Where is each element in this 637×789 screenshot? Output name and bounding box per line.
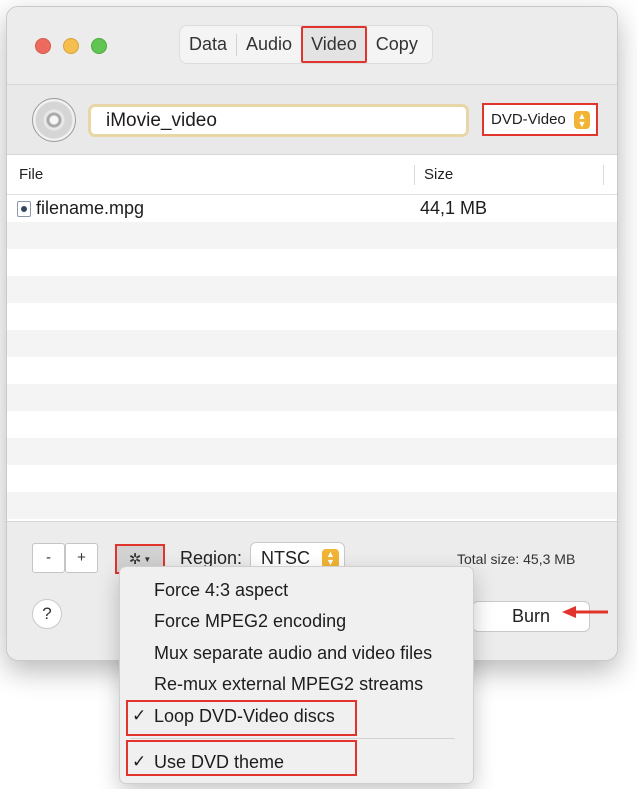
column-header-file[interactable]: File bbox=[19, 155, 43, 195]
tab-data[interactable]: Data bbox=[180, 26, 236, 63]
empty-row bbox=[7, 357, 617, 384]
help-button[interactable]: ? bbox=[32, 599, 62, 629]
empty-row bbox=[7, 330, 617, 357]
disc-type-value: DVD-Video bbox=[491, 111, 566, 128]
total-size-label: Total size: 45,3 MB bbox=[457, 551, 576, 567]
close-window-button[interactable] bbox=[35, 38, 51, 54]
table-body: filename.mpg 44,1 MB bbox=[7, 195, 617, 521]
tab-video[interactable]: Video bbox=[301, 26, 367, 63]
empty-row bbox=[7, 222, 617, 249]
empty-row bbox=[7, 276, 617, 303]
mode-tabs: Data Audio Video Copy bbox=[179, 25, 433, 64]
empty-row bbox=[7, 411, 617, 438]
disc-settings-row: iMovie_video DVD-Video ▲ ▼ bbox=[7, 85, 617, 155]
disc-icon bbox=[32, 98, 76, 142]
remove-file-button[interactable]: - bbox=[32, 543, 65, 573]
empty-row bbox=[7, 249, 617, 276]
empty-row bbox=[7, 438, 617, 465]
highlight-box-theme bbox=[126, 740, 357, 776]
burn-window: Data Audio Video Copy iMovie_video DVD-V… bbox=[6, 6, 618, 661]
zoom-window-button[interactable] bbox=[91, 38, 107, 54]
tab-copy[interactable]: Copy bbox=[367, 26, 427, 63]
highlight-box-loop bbox=[126, 700, 357, 736]
file-table: File Size filename.mpg 44,1 MB bbox=[7, 155, 617, 521]
column-divider[interactable] bbox=[603, 165, 604, 185]
add-file-button[interactable]: + bbox=[65, 543, 98, 573]
menu-item-force-mpeg2[interactable]: Force MPEG2 encoding bbox=[154, 611, 346, 632]
video-file-icon bbox=[17, 200, 31, 217]
caret-down-icon: ▼ bbox=[143, 554, 152, 564]
empty-row bbox=[7, 492, 617, 519]
table-row[interactable]: filename.mpg 44,1 MB bbox=[7, 195, 617, 222]
menu-item-force-aspect[interactable]: Force 4:3 aspect bbox=[154, 580, 288, 601]
file-name: filename.mpg bbox=[36, 198, 145, 218]
menu-item-mux-separate[interactable]: Mux separate audio and video files bbox=[154, 643, 432, 664]
red-arrow-annotation bbox=[562, 606, 608, 618]
empty-row bbox=[7, 303, 617, 330]
empty-row bbox=[7, 465, 617, 492]
disc-name-field[interactable]: iMovie_video bbox=[88, 104, 469, 137]
empty-row bbox=[7, 384, 617, 411]
column-divider[interactable] bbox=[414, 165, 415, 185]
tab-audio[interactable]: Audio bbox=[237, 26, 301, 63]
file-name-cell: filename.mpg bbox=[17, 198, 144, 219]
table-header: File Size bbox=[7, 155, 617, 195]
titlebar: Data Audio Video Copy bbox=[7, 7, 617, 85]
menu-item-remux-streams[interactable]: Re-mux external MPEG2 streams bbox=[154, 674, 423, 695]
popup-stepper-icon: ▲ ▼ bbox=[574, 111, 590, 129]
minimize-window-button[interactable] bbox=[63, 38, 79, 54]
column-header-size[interactable]: Size bbox=[424, 155, 453, 195]
file-size: 44,1 MB bbox=[420, 198, 488, 218]
menu-separator bbox=[130, 738, 455, 739]
disc-type-select[interactable]: DVD-Video ▲ ▼ bbox=[482, 103, 598, 136]
